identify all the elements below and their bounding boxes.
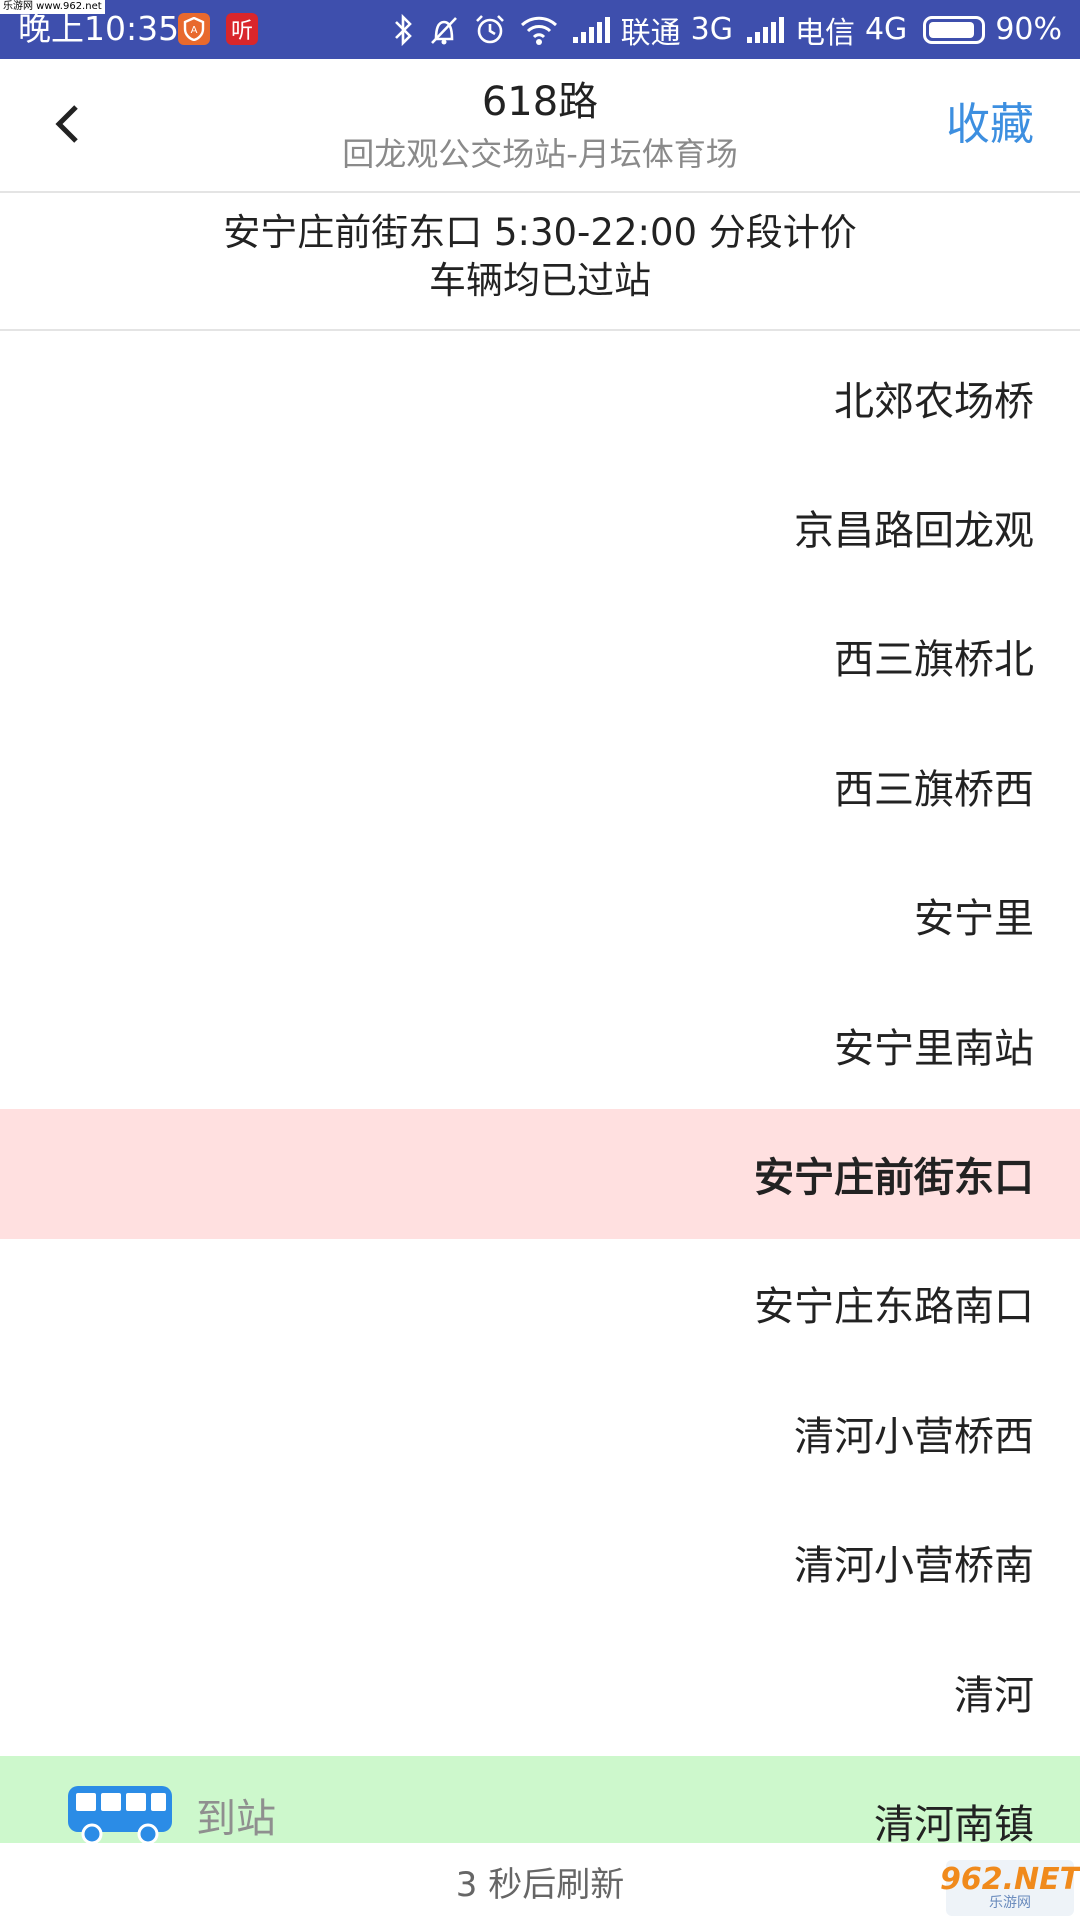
station-row[interactable]: 清河 xyxy=(0,1627,1080,1756)
status-time: 晚上10:35 xyxy=(18,9,180,48)
info-divider xyxy=(0,329,1080,331)
station-row[interactable]: 西三旗桥北 xyxy=(0,592,1080,721)
battery-icon xyxy=(923,15,986,44)
signal-icon xyxy=(571,10,611,50)
listen-app-icon: 听 xyxy=(226,13,258,45)
station-row[interactable]: 京昌路回龙观 xyxy=(0,462,1080,591)
station-row[interactable]: 西三旗桥西 xyxy=(0,721,1080,850)
header: 618路 回龙观公交场站-月坛体育场 收藏 xyxy=(0,59,1080,191)
station-row[interactable]: 清河小营桥西 xyxy=(0,1368,1080,1497)
station-row[interactable]: 安宁庄东路南口 xyxy=(0,1239,1080,1368)
shield-app-icon: A xyxy=(178,13,210,45)
station-name: 京昌路回龙观 xyxy=(794,508,1034,555)
station-name: 安宁里 xyxy=(914,896,1034,943)
station-row[interactable]: 安宁庄前街东口 xyxy=(0,1109,1080,1239)
station-name: 清河 xyxy=(954,1672,1034,1719)
station-list: 北郊农场桥京昌路回龙观西三旗桥北西三旗桥西安宁里安宁里南站安宁庄前街东口 安宁庄东… xyxy=(0,333,1080,1886)
station-name: 安宁庄前街东口 xyxy=(754,1155,1034,1202)
network2: 4G xyxy=(864,12,908,47)
watermark-logo-text: 962.NET xyxy=(939,1862,1080,1897)
station-row[interactable]: 安宁里 xyxy=(0,851,1080,980)
battery-fill xyxy=(929,21,975,38)
station-name: 西三旗桥西 xyxy=(834,766,1034,813)
station-name: 西三旗桥北 xyxy=(834,637,1034,684)
battery-percent: 90% xyxy=(995,12,1062,47)
station-name: 清河小营桥南 xyxy=(794,1543,1034,1590)
station-name: 安宁庄东路南口 xyxy=(754,1284,1034,1331)
carrier2: 电信 xyxy=(794,15,855,51)
favorite-button[interactable]: 收藏 xyxy=(946,97,1034,153)
wifi-icon xyxy=(519,10,559,50)
station-row[interactable]: 北郊农场桥 xyxy=(0,333,1080,462)
station-name: 清河南镇 xyxy=(874,1801,1034,1848)
refresh-countdown: 3 秒后刷新 xyxy=(455,1865,625,1905)
station-name: 安宁里南站 xyxy=(834,1025,1034,1072)
watermark-logo: 962.NET 乐游网 xyxy=(940,1860,1080,1916)
station-row[interactable]: 清河小营桥南 xyxy=(0,1498,1080,1627)
status-bar: 晚上10:35 A 听 联通 3G 电信 4G 90% xyxy=(0,0,1080,59)
watermark-top: 乐游网 www.962.net xyxy=(0,0,105,14)
route-subtitle: 回龙观公交场站-月坛体育场 xyxy=(342,135,738,173)
network1: 3G xyxy=(690,12,733,47)
bus-icon xyxy=(68,1786,172,1845)
bus-arrival-status: 到站 xyxy=(196,1796,276,1843)
refresh-bar: 3 秒后刷新 962.NET 乐游网 xyxy=(0,1843,1080,1920)
route-title: 618路 xyxy=(481,79,599,125)
bluetooth-icon xyxy=(393,10,415,50)
carrier1: 联通 xyxy=(620,15,681,51)
route-info: 安宁庄前街东口 5:30-22:00 分段计价 车辆均已过站 xyxy=(0,193,1080,329)
station-name: 清河小营桥西 xyxy=(794,1413,1034,1460)
alarm-icon xyxy=(473,10,507,50)
station-row[interactable]: 安宁里南站 xyxy=(0,980,1080,1109)
route-info-schedule: 安宁庄前街东口 5:30-22:00 分段计价 xyxy=(223,211,857,254)
status-indicators: 联通 3G 电信 4G 90% xyxy=(381,0,1062,59)
station-name: 北郊农场桥 xyxy=(834,378,1034,425)
watermark-logo-sub: 乐游网 xyxy=(989,1895,1031,1911)
signal-icon xyxy=(745,10,785,50)
svg-text:A: A xyxy=(191,25,198,36)
vibrate-off-icon xyxy=(427,10,461,50)
route-info-status: 车辆均已过站 xyxy=(429,259,651,302)
